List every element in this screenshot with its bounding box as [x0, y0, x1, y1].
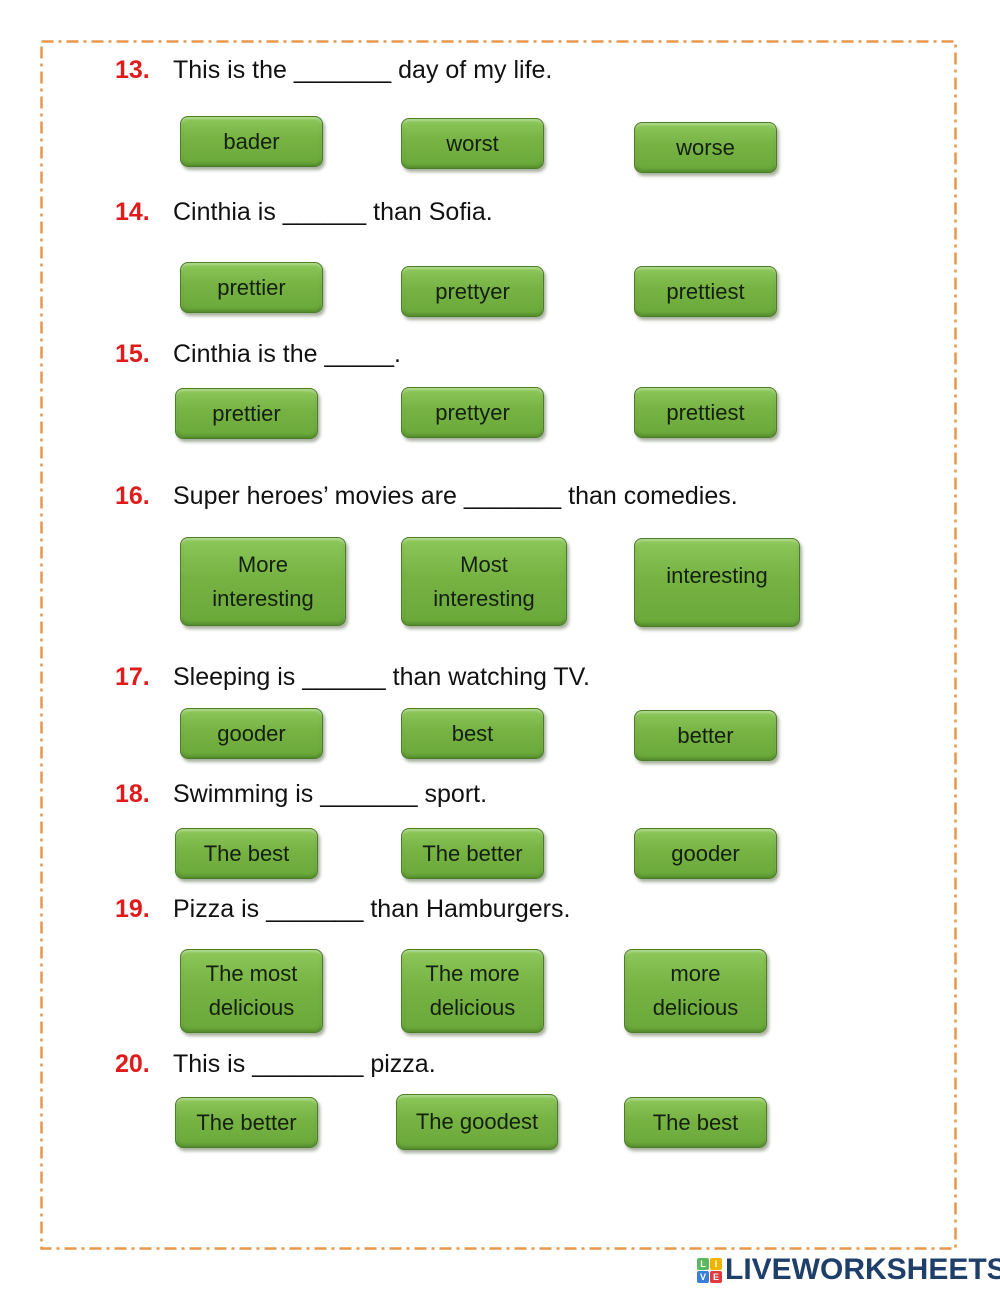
answer-option[interactable]: worse [634, 122, 777, 173]
question-20: 20. This is ________ pizza. [115, 1049, 436, 1079]
logo-text: LIVEWORKSHEETS [725, 1253, 1000, 1286]
question-16: 16. Super heroes’ movies are _______ than… [115, 481, 738, 511]
question-15: 15. Cinthia is the _____. [115, 339, 401, 369]
question-text: Pizza is _______ than Hamburgers. [173, 895, 571, 923]
answer-option[interactable]: The more delicious [401, 949, 544, 1033]
answer-option[interactable]: The most delicious [180, 949, 323, 1033]
question-number: 20. [115, 1050, 150, 1078]
answer-option[interactable]: The goodest [396, 1094, 558, 1150]
question-number: 18. [115, 780, 150, 808]
answer-option[interactable]: more delicious [624, 949, 767, 1033]
logo-tile: V [697, 1270, 709, 1283]
question-text: This is the _______ day of my life. [173, 56, 553, 84]
question-14: 14. Cinthia is ______ than Sofia. [115, 197, 493, 227]
question-17: 17. Sleeping is ______ than watching TV. [115, 662, 590, 692]
question-13: 13. This is the _______ day of my life. [115, 55, 552, 85]
question-number: 15. [115, 340, 150, 368]
question-number: 13. [115, 56, 150, 84]
answer-option[interactable]: worst [401, 118, 544, 169]
answer-option[interactable]: better [634, 710, 777, 761]
question-number: 16. [115, 482, 150, 510]
answer-option[interactable]: Most interesting [401, 537, 567, 626]
answer-option[interactable]: gooder [180, 708, 323, 759]
answer-option[interactable]: prettyer [401, 387, 544, 438]
answer-option[interactable]: prettyer [401, 266, 544, 317]
question-number: 14. [115, 198, 150, 226]
answer-option[interactable]: prettiest [634, 266, 777, 317]
logo-tile: E [710, 1270, 722, 1283]
answer-option[interactable]: The best [624, 1097, 767, 1148]
question-text: Cinthia is ______ than Sofia. [173, 198, 493, 226]
answer-option[interactable]: bader [180, 116, 323, 167]
question-number: 19. [115, 895, 150, 923]
answer-option[interactable]: prettier [175, 388, 318, 439]
question-text: This is ________ pizza. [173, 1050, 436, 1078]
answer-option[interactable]: best [401, 708, 544, 759]
question-text: Super heroes’ movies are _______ than co… [173, 482, 738, 510]
answer-option[interactable]: The best [175, 828, 318, 879]
question-text: Sleeping is ______ than watching TV. [173, 663, 590, 691]
live-tiles-icon: L I V E [697, 1257, 722, 1283]
answer-option[interactable]: prettiest [634, 387, 777, 438]
answer-option[interactable]: prettier [180, 262, 323, 313]
answer-option[interactable]: gooder [634, 828, 777, 879]
question-text: Swimming is _______ sport. [173, 780, 488, 808]
question-19: 19. Pizza is _______ than Hamburgers. [115, 894, 570, 924]
question-number: 17. [115, 663, 150, 691]
liveworksheets-logo: L I V E LIVEWORKSHEETS [697, 1253, 1000, 1286]
question-text: Cinthia is the _____. [173, 340, 401, 368]
logo-tile: L [697, 1257, 709, 1270]
answer-option[interactable]: The better [401, 828, 544, 879]
answer-option[interactable]: More interesting [180, 537, 346, 626]
answer-option[interactable]: interesting [634, 538, 800, 627]
answer-option[interactable]: The better [175, 1097, 318, 1148]
logo-tile: I [710, 1257, 722, 1270]
question-18: 18. Swimming is _______ sport. [115, 779, 487, 809]
